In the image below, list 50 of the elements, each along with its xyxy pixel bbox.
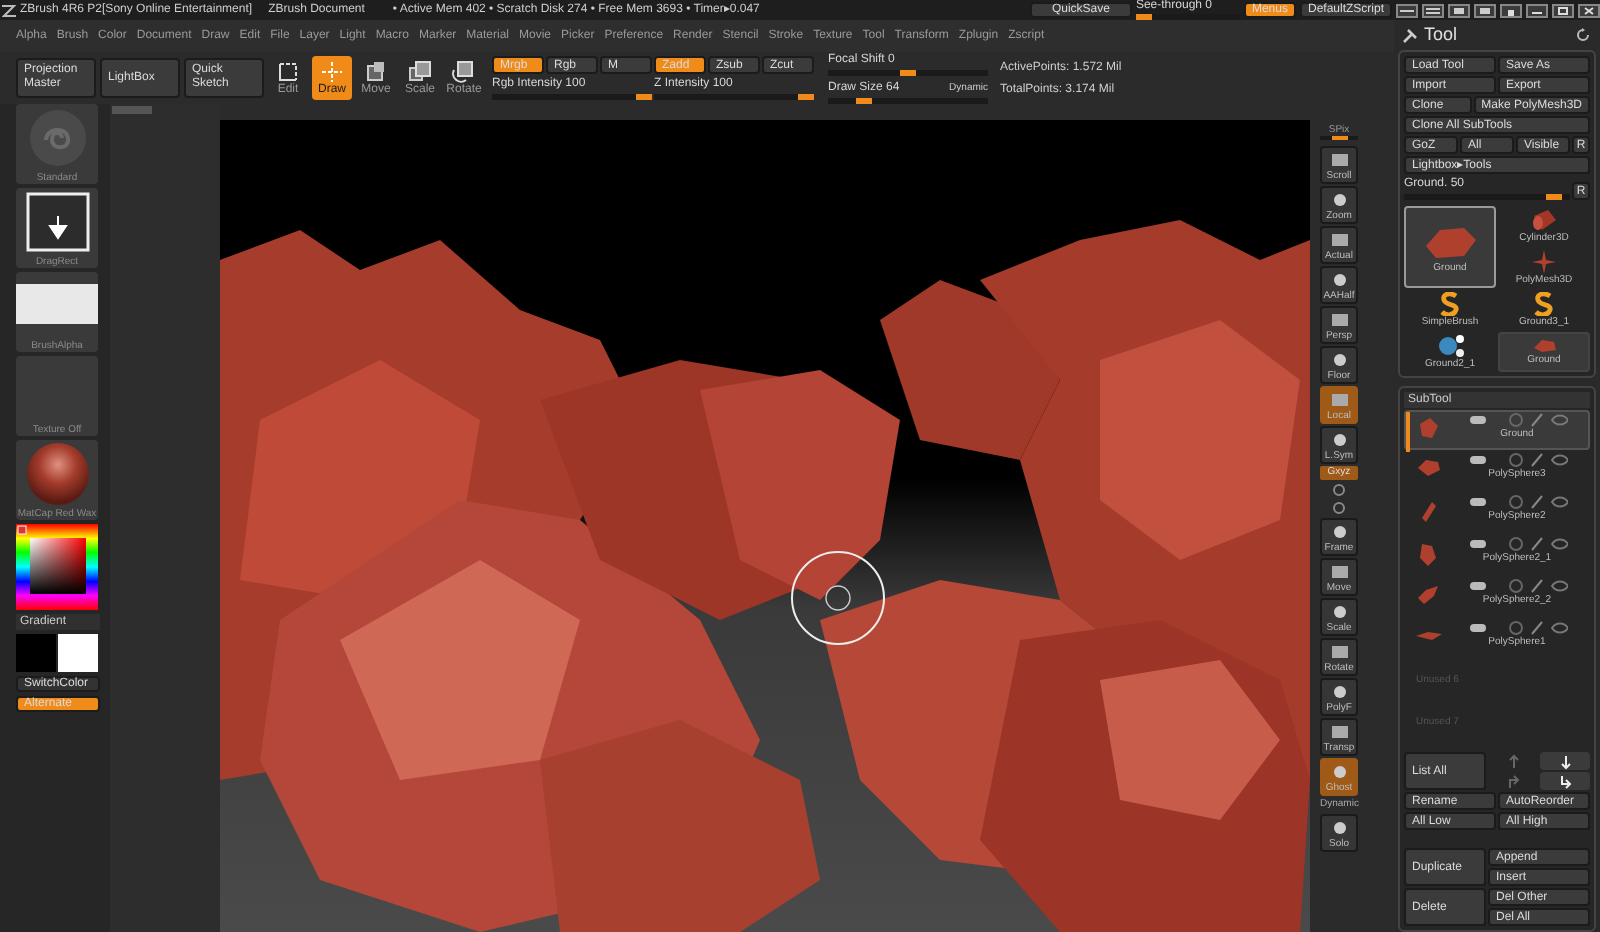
dragrect-icon bbox=[25, 192, 89, 252]
palette-icon[interactable] bbox=[1448, 3, 1470, 17]
slider-thumb[interactable] bbox=[636, 94, 652, 100]
rotate-icon bbox=[452, 60, 476, 84]
alpha-swatch-icon bbox=[16, 284, 98, 324]
arrow-button[interactable] bbox=[1540, 752, 1590, 770]
edit-icon bbox=[276, 60, 300, 84]
star-mesh-icon bbox=[1532, 250, 1556, 274]
layout-icon[interactable] bbox=[1396, 3, 1418, 17]
cylinder-icon bbox=[1530, 208, 1558, 232]
subtool-toggles-icon[interactable] bbox=[1467, 452, 1567, 468]
squares-icon bbox=[364, 60, 388, 84]
slider-thumb[interactable] bbox=[856, 97, 873, 103]
arrow-icon bbox=[1505, 773, 1521, 789]
slider-thumb[interactable] bbox=[1546, 194, 1563, 200]
restore-icon[interactable] bbox=[1552, 3, 1574, 17]
arrow-icon bbox=[1505, 753, 1521, 769]
brush-sphere-icon bbox=[27, 108, 87, 168]
subtool-toggles-icon[interactable] bbox=[1467, 536, 1567, 552]
subtool-toggles-icon[interactable] bbox=[1467, 578, 1567, 594]
color-picker[interactable] bbox=[16, 524, 98, 610]
secondary-color-swatch[interactable] bbox=[58, 634, 98, 672]
palette-icon[interactable] bbox=[1474, 3, 1496, 17]
brush-logo-icon bbox=[1440, 292, 1460, 316]
hammer-icon bbox=[1402, 27, 1418, 43]
subtool-thumbnail-icon bbox=[1416, 582, 1444, 610]
subtool-toggles-icon[interactable] bbox=[1467, 620, 1567, 636]
material-sphere-icon bbox=[25, 442, 89, 506]
rock-thumbnail-icon bbox=[1530, 338, 1558, 354]
subtool-toggles-icon[interactable] bbox=[1467, 494, 1567, 510]
slider-thumb[interactable] bbox=[900, 69, 916, 75]
refresh-icon[interactable] bbox=[1576, 28, 1590, 42]
slider-thumb[interactable] bbox=[1135, 14, 1152, 20]
panel-title: Tool bbox=[1424, 26, 1458, 44]
arrow-icon bbox=[1557, 753, 1573, 769]
zbrush-logo-icon bbox=[2, 3, 16, 17]
main-color-swatch[interactable] bbox=[16, 634, 56, 672]
close-icon[interactable] bbox=[1578, 3, 1600, 17]
brush-cursor bbox=[790, 550, 886, 646]
spheres-icon bbox=[1434, 334, 1466, 358]
minimize-icon[interactable] bbox=[1526, 3, 1548, 17]
subtool-toggles-icon[interactable] bbox=[1467, 412, 1567, 428]
slider-thumb[interactable] bbox=[798, 94, 814, 100]
brush-logo-icon bbox=[1534, 292, 1554, 316]
arrow-button[interactable] bbox=[1540, 772, 1590, 790]
crosshair-icon bbox=[320, 60, 344, 84]
squares-icon bbox=[408, 60, 432, 84]
scrollbar-thumb[interactable] bbox=[112, 106, 152, 114]
layout-icon[interactable] bbox=[1422, 3, 1444, 17]
arrow-icon bbox=[1557, 773, 1573, 789]
